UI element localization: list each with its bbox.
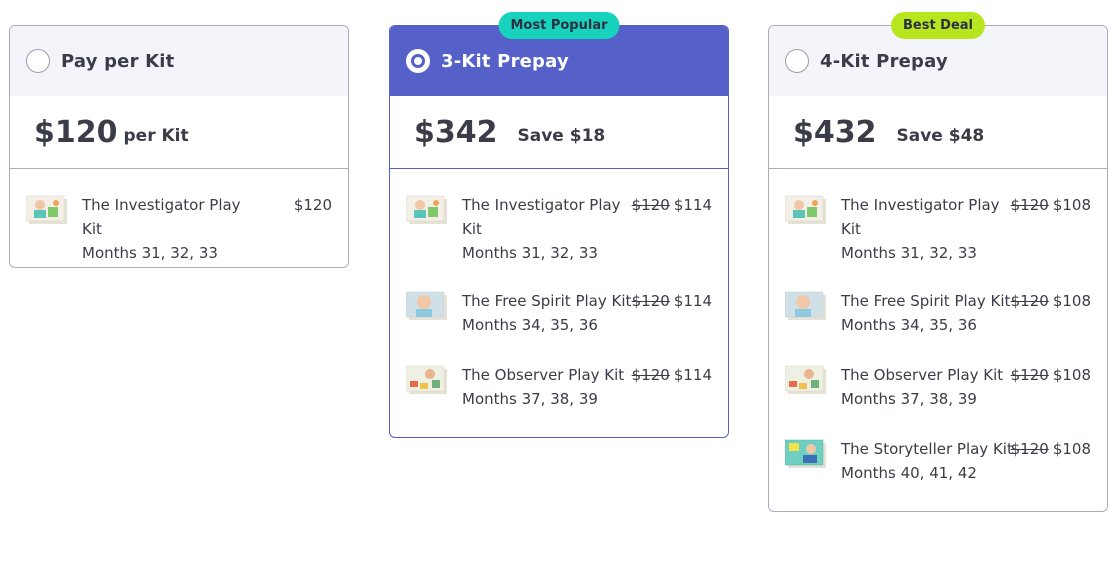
kit-current-price: $108 [1052,292,1091,310]
kit-item: The Observer Play Kit Months 37, 38, 39 … [390,363,728,413]
kit-price: $120 $108 [1011,193,1091,217]
kit-item: The Free Spirit Play Kit Months 34, 35, … [769,289,1107,339]
plan-card-pay-per-kit[interactable]: Pay per Kit $120 per Kit The Investigato… [9,25,349,268]
plan-title: 4-Kit Prepay [820,50,948,72]
kit-item: The Observer Play Kit Months 37, 38, 39 … [769,363,1107,413]
kit-months: Months 34, 35, 36 [462,316,598,334]
kit-name: The Investigator Play Kit [82,196,241,238]
plan-price: $342 [414,114,498,150]
best-deal-badge: Best Deal [890,12,986,39]
plan-card-3-kit-prepay[interactable]: Most Popular 3-Kit Prepay $342 Save $18 … [389,12,729,438]
kit-name: The Observer Play Kit [841,366,1004,384]
plan-radio[interactable] [26,49,50,73]
kit-price: $120 $114 [632,289,712,313]
plan-title: Pay per Kit [61,50,175,72]
kit-list: The Investigator Play Kit Months 31, 32,… [10,169,348,265]
kit-thumbnail-icon [785,365,826,394]
plan-price: $120 [34,114,118,150]
kit-item: The Free Spirit Play Kit Months 34, 35, … [390,289,728,339]
kit-thumbnail-icon [26,195,67,224]
kit-name: The Free Spirit Play Kit [841,292,1011,310]
kit-list: The Investigator Play Kit Months 31, 32,… [390,169,728,413]
kit-name: The Storyteller Play Kit [841,440,1013,458]
kit-name: The Investigator Play Kit [462,196,621,238]
kit-current-price: $108 [1052,366,1091,384]
plan-price: $432 [793,114,877,150]
kit-current-price: $108 [1052,440,1091,458]
kit-current-price: $108 [1052,196,1091,214]
kit-thumbnail-icon [785,291,826,320]
kit-price: $120 $114 [632,363,712,387]
kit-thumbnail-icon [406,365,447,394]
plan-savings: Save $18 [517,126,606,146]
kit-current-price: $120 [293,196,332,214]
kit-price: $120 $108 [1011,437,1091,461]
kit-old-price: $120 [1010,196,1049,214]
kit-price: $120 $114 [632,193,712,217]
plan-price-row: $342 Save $18 [390,96,728,169]
kit-old-price: $120 [1010,292,1049,310]
plan-price-row: $432 Save $48 [769,96,1107,169]
plan-radio[interactable] [785,49,809,73]
kit-current-price: $114 [673,292,712,310]
kit-old-price: $120 [631,196,670,214]
kit-months: Months 37, 38, 39 [462,390,598,408]
plan-price-sub: per Kit [123,126,189,146]
kit-months: Months 31, 32, 33 [841,244,977,262]
kit-thumbnail-icon [406,195,447,224]
kit-months: Months 31, 32, 33 [82,244,218,262]
plan-radio-selected[interactable] [406,49,430,73]
kit-item: The Investigator Play Kit Months 31, 32,… [769,193,1107,265]
kit-item: The Investigator Play Kit Months 31, 32,… [10,193,348,265]
kit-list: The Investigator Play Kit Months 31, 32,… [769,169,1107,487]
kit-old-price: $120 [1010,440,1049,458]
plan-card-4-kit-prepay[interactable]: Best Deal 4-Kit Prepay $432 Save $48 The… [768,12,1108,512]
kit-item: The Storyteller Play Kit Months 40, 41, … [769,437,1107,487]
kit-thumbnail-icon [785,195,826,224]
kit-current-price: $114 [673,196,712,214]
kit-old-price: $120 [631,292,670,310]
kit-thumbnail-icon [785,439,826,468]
kit-price: $120 [294,193,332,217]
kit-months: Months 37, 38, 39 [841,390,977,408]
kit-name: The Observer Play Kit [462,366,625,384]
plan-price-row: $120 per Kit [10,96,348,169]
kit-name: The Investigator Play Kit [841,196,1000,238]
kit-current-price: $114 [673,366,712,384]
kit-item: The Investigator Play Kit Months 31, 32,… [390,193,728,265]
kit-old-price: $120 [1010,366,1049,384]
kit-price: $120 $108 [1011,289,1091,313]
kit-months: Months 40, 41, 42 [841,464,977,482]
kit-old-price: $120 [631,366,670,384]
plan-title: 3-Kit Prepay [441,50,569,72]
kit-months: Months 31, 32, 33 [462,244,598,262]
kit-price: $120 $108 [1011,363,1091,387]
kit-name: The Free Spirit Play Kit [462,292,632,310]
kit-thumbnail-icon [406,291,447,320]
most-popular-badge: Most Popular [498,12,620,39]
kit-months: Months 34, 35, 36 [841,316,977,334]
plan-savings: Save $48 [896,126,985,146]
plan-header[interactable]: Pay per Kit [10,26,348,96]
